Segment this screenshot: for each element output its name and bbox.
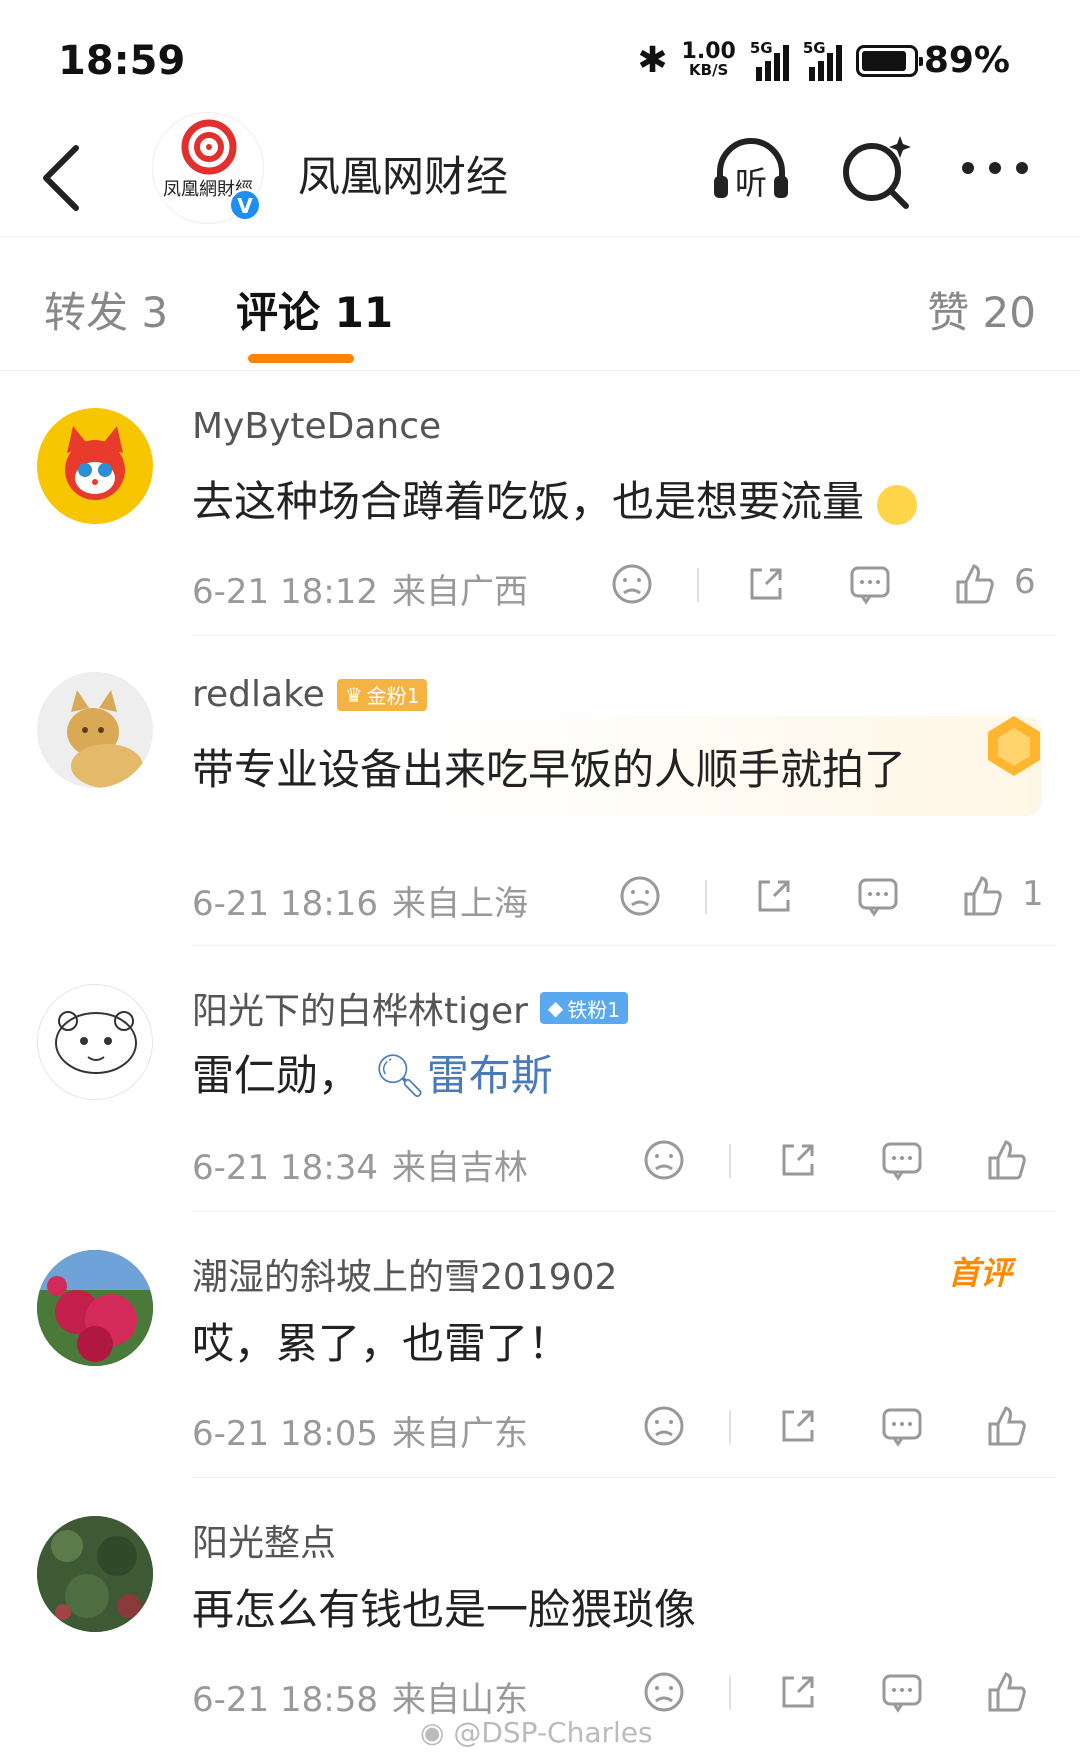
reply-icon[interactable] <box>846 560 894 608</box>
crown-icon: ♛ <box>344 682 363 707</box>
listen-icon[interactable]: 听 <box>708 128 794 214</box>
network-speed: 1.00 KB/S <box>681 38 736 79</box>
comment-meta: 6-21 18:05 来自广东 <box>192 1414 528 1454</box>
comment-text: 去这种场合蹲着吃饭，也是想要流量 <box>192 468 918 529</box>
topic-link[interactable]: 🔍︎雷布斯 <box>373 1051 552 1100</box>
first-comment-label: 首评 <box>947 1254 1012 1292</box>
share-icon[interactable] <box>742 560 790 608</box>
status-icons: ✱ 1.00 KB/S 5G 5G 89% <box>637 38 1010 82</box>
share-icon[interactable] <box>774 1402 822 1450</box>
username[interactable]: 阳光整点 <box>192 1514 336 1566</box>
tab-reposts[interactable]: 转发 3 <box>44 279 168 340</box>
active-tab-indicator <box>248 354 354 363</box>
action-separator <box>729 1144 731 1178</box>
dislike-icon[interactable] <box>640 1402 688 1450</box>
username[interactable]: 阳光下的白桦林tiger ◆ 铁粉1 <box>192 982 629 1034</box>
comment-meta: 6-21 18:34 来自吉林 <box>192 1148 528 1188</box>
action-separator <box>705 880 707 914</box>
action-separator <box>697 568 699 602</box>
thinking-emoji-icon <box>877 484 918 525</box>
like-icon[interactable] <box>982 1668 1030 1716</box>
cat-avatar-icon <box>37 672 153 788</box>
iron-fan-badge: ◆ 铁粉1 <box>539 992 629 1024</box>
reply-icon[interactable] <box>878 1402 926 1450</box>
username[interactable]: MyByteDance <box>192 406 441 447</box>
user-avatar[interactable] <box>37 1516 153 1632</box>
battery-icon <box>855 44 923 77</box>
share-icon[interactable] <box>774 1136 822 1184</box>
tab-bar: 转发 3 评论 11 赞 20 <box>0 237 1080 371</box>
reply-icon[interactable] <box>878 1668 926 1716</box>
comment-text: 哎，累了，也雷了！ <box>192 1319 571 1368</box>
user-avatar[interactable] <box>37 984 153 1100</box>
tab-likes[interactable]: 赞 20 <box>927 279 1036 340</box>
plant-avatar-icon <box>37 1516 153 1632</box>
flower-avatar-icon <box>37 1250 153 1366</box>
user-avatar[interactable] <box>37 672 153 788</box>
like-icon[interactable] <box>958 872 1006 920</box>
like-count: 6 <box>1014 562 1036 602</box>
reply-icon[interactable] <box>854 872 902 920</box>
comment-item: 阳光整点 再怎么有钱也是一脸猥琐像 6-21 18:58 来自山东 <box>0 1478 1080 1754</box>
signal-icon-2: 5G <box>803 39 842 81</box>
phoenix-logo-icon <box>181 119 237 175</box>
comment-meta: 6-21 18:16 来自上海 <box>192 884 528 924</box>
comment-item: redlake ♛ 金粉1 带专业设备出来吃早饭的人顺手就拍了 6-21 18:1… <box>0 636 1080 946</box>
signal-icon-1: 5G <box>750 39 789 81</box>
more-icon[interactable] <box>952 128 1038 214</box>
diamond-icon: ◆ <box>547 996 564 1020</box>
comment-meta: 6-21 18:58 来自山东 <box>192 1680 528 1720</box>
battery-indicator: 89% <box>855 40 1010 81</box>
comment-text: 雷仁勋， 🔍︎雷布斯 <box>192 1051 553 1100</box>
like-icon[interactable] <box>982 1402 1030 1450</box>
comment-meta: 6-21 18:12 来自广西 <box>192 572 528 612</box>
search-icon: 🔍︎ <box>373 1051 427 1100</box>
back-icon[interactable] <box>36 138 96 218</box>
action-separator <box>729 1676 731 1710</box>
tab-comments[interactable]: 评论 11 <box>236 279 393 340</box>
like-icon[interactable] <box>982 1136 1030 1184</box>
action-separator <box>729 1410 731 1444</box>
like-icon[interactable] <box>950 560 998 608</box>
gold-fan-badge: ♛ 金粉1 <box>336 678 428 711</box>
verified-badge: V <box>228 188 262 222</box>
status-bar: 18:59 ✱ 1.00 KB/S 5G 5G 89% <box>0 0 1080 120</box>
ai-search-icon[interactable] <box>834 128 920 214</box>
dislike-icon[interactable] <box>616 872 664 920</box>
watermark: ◉ @DSP-Charles <box>420 1716 653 1749</box>
weibo-icon: ◉ <box>420 1716 454 1749</box>
tiger-avatar-icon <box>55 1011 137 1074</box>
comment-item: 阳光下的白桦林tiger ◆ 铁粉1 雷仁勋， 🔍︎雷布斯 6-21 18:34 来… <box>0 946 1080 1212</box>
status-time: 18:59 <box>58 38 186 84</box>
svg-text:听: 听 <box>735 164 767 202</box>
dislike-icon[interactable] <box>608 560 656 608</box>
like-count: 1 <box>1022 874 1044 914</box>
comment-text: 再怎么有钱也是一脸猥琐像 <box>192 1585 697 1634</box>
fox-avatar-icon <box>65 426 125 500</box>
account-name[interactable]: 凤凰网财经 <box>298 143 508 204</box>
share-icon[interactable] <box>774 1668 822 1716</box>
comment-text: 带专业设备出来吃早饭的人顺手就拍了 <box>192 745 907 794</box>
dislike-icon[interactable] <box>640 1136 688 1184</box>
dislike-icon[interactable] <box>640 1668 688 1716</box>
bluetooth-icon: ✱ <box>637 40 668 81</box>
share-icon[interactable] <box>750 872 798 920</box>
user-avatar[interactable] <box>37 408 153 524</box>
username[interactable]: 潮湿的斜坡上的雪201902 <box>192 1248 617 1300</box>
username[interactable]: redlake ♛ 金粉1 <box>192 674 428 715</box>
reply-icon[interactable] <box>878 1136 926 1184</box>
gold-gem-icon <box>988 716 1040 776</box>
comment-item: MyByteDance 去这种场合蹲着吃饭，也是想要流量 6-21 18:12 来… <box>0 370 1080 636</box>
user-avatar[interactable] <box>37 1250 153 1366</box>
comment-item: 潮湿的斜坡上的雪201902 首评 哎，累了，也雷了！ 6-21 18:05 来自… <box>0 1212 1080 1478</box>
